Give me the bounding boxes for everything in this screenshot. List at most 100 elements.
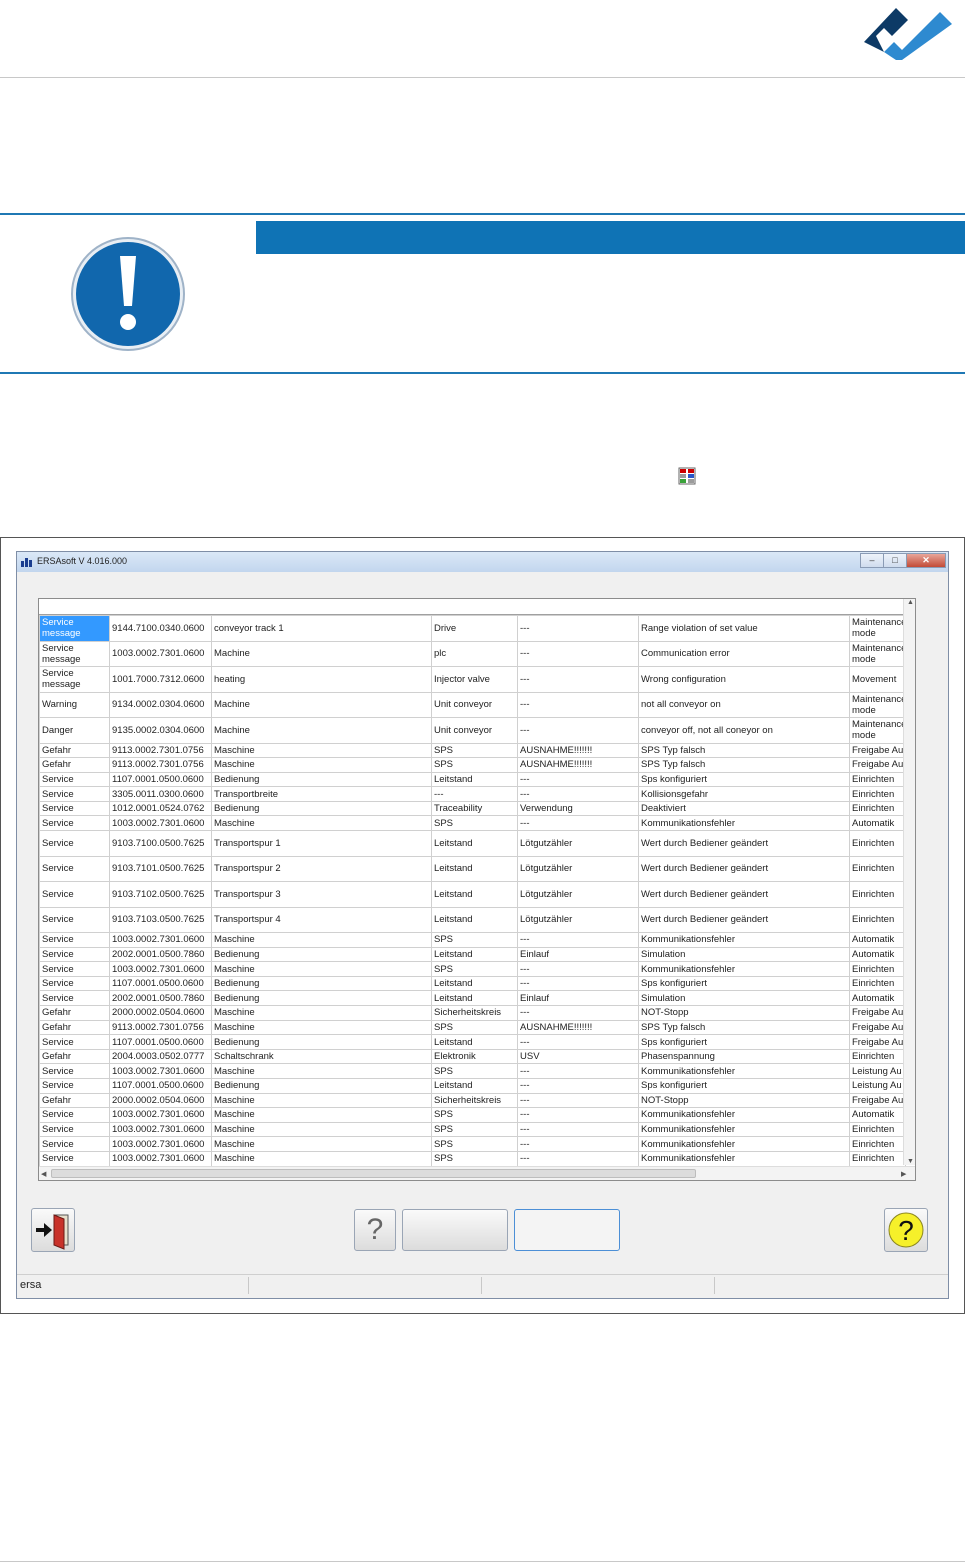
svg-text:?: ? (898, 1215, 914, 1246)
table-cell-message: Kollisionsgefahr (638, 786, 850, 802)
table-row[interactable]: Service 9103.7103.0500.7625 Transportspur … (39, 906, 906, 934)
table-row[interactable]: Warning 9134.0002.0304.0600 Machine Unit co… (39, 691, 906, 718)
scroll-up-icon[interactable]: ▲ (907, 599, 914, 606)
table-row[interactable]: Service 1012.0001.0524.0762 Bedienung Trace… (39, 800, 906, 817)
table-cell-code: 9103.7101.0500.7625 (109, 855, 212, 883)
table-row[interactable]: Service 1107.0001.0500.0600 Bedienung Leits… (39, 975, 906, 992)
table-row[interactable]: Gefahr 9113.0002.7301.0756 Maschine SPS AUSN… (39, 757, 906, 773)
table-row[interactable]: Gefahr 2000.0002.0504.0600 Maschine Sicherh… (39, 1005, 906, 1021)
table-cell-module: Maschine (211, 757, 432, 773)
window-controls: – □ ✕ (860, 553, 946, 568)
table-cell-module: Bedienung (211, 1078, 432, 1094)
table-cell-module: Maschine (211, 932, 432, 948)
table-cell-component: Leitstand (431, 946, 518, 963)
table-cell-component: Leitstand (431, 1034, 518, 1050)
table-row[interactable]: Service 1003.0002.7301.0600 Maschine SPS ---… (39, 932, 906, 948)
table-row[interactable]: Danger 9135.0002.0304.0600 Machine Unit con… (39, 717, 906, 744)
table-row[interactable]: Gefahr 2004.0003.0502.0777 Schaltschrank El… (39, 1048, 906, 1065)
table-cell-mode: Freigabe Au (849, 1092, 906, 1109)
table-cell-module: Bedienung (211, 1034, 432, 1050)
horizontal-scroll-thumb[interactable] (51, 1169, 696, 1178)
table-cell-type: Service (39, 1107, 110, 1123)
table-cell-type: Service (39, 961, 110, 977)
table-cell-code: 2004.0003.0502.0777 (109, 1048, 212, 1065)
help-question-icon: ? (888, 1212, 924, 1248)
table-cell-mode: Maintenance mode (849, 717, 906, 744)
table-cell-code: 9113.0002.7301.0756 (109, 1019, 212, 1036)
table-cell-mode: Automatik (849, 990, 906, 1007)
table-cell-message: Deaktiviert (638, 800, 850, 817)
table-row[interactable]: Service 1003.0002.7301.0600 Maschine SPS ---… (39, 1150, 906, 1167)
table-row[interactable]: Service message 1003.0002.7301.0600 Machin… (39, 640, 906, 667)
close-icon[interactable]: ✕ (906, 553, 946, 568)
table-cell-module: Maschine (211, 1121, 432, 1138)
table-row[interactable]: Service 1003.0002.7301.0600 Maschine SPS ---… (39, 1107, 906, 1123)
table-cell-component: --- (431, 786, 518, 802)
table-cell-component: SPS (431, 815, 518, 832)
table-cell-type: Gefahr (39, 742, 110, 759)
message-table: Service message 9144.7100.0340.0600 convey… (39, 615, 906, 1167)
table-cell-detail: --- (517, 786, 639, 802)
table-row[interactable]: Gefahr 9113.0002.7301.0756 Maschine SPS AUSN… (39, 1019, 906, 1036)
table-cell-message: not all conveyor on (638, 691, 850, 718)
table-row[interactable]: Gefahr 9113.0002.7301.0756 Maschine SPS AUSN… (39, 742, 906, 759)
table-cell-component: SPS (431, 1136, 518, 1152)
table-row[interactable]: Service 2002.0001.0500.7860 Bedienung Leits… (39, 990, 906, 1007)
app-window: ERSAsoft V 4.016.000 – □ ✕ Service messa… (16, 551, 949, 1299)
blank-button-1[interactable] (402, 1209, 508, 1251)
table-cell-detail: --- (517, 1092, 639, 1109)
table-cell-detail: Einlauf (517, 946, 639, 963)
table-row[interactable]: Service 1003.0002.7301.0600 Maschine SPS ---… (39, 1121, 906, 1138)
scroll-right-icon[interactable]: ▶ (901, 1170, 906, 1178)
table-cell-code: 9103.7102.0500.7625 (109, 881, 212, 908)
table-cell-code: 1003.0002.7301.0600 (109, 640, 212, 667)
minimize-icon[interactable]: – (860, 553, 884, 568)
title-bar[interactable]: ERSAsoft V 4.016.000 – □ ✕ (17, 552, 948, 572)
blank-button-2[interactable] (514, 1209, 620, 1251)
table-cell-detail: --- (517, 1034, 639, 1050)
table-cell-type: Service (39, 855, 110, 883)
table-cell-type: Service (39, 1136, 110, 1152)
help-button[interactable]: ? (884, 1208, 928, 1252)
table-row[interactable]: Service 1003.0002.7301.0600 Maschine SPS ---… (39, 1063, 906, 1079)
table-cell-component: SPS (431, 1107, 518, 1123)
table-cell-module: Maschine (211, 1019, 432, 1036)
scroll-left-icon[interactable]: ◀ (41, 1170, 46, 1178)
notice-bottom-rule (0, 372, 965, 374)
help-small-button[interactable]: ? (354, 1209, 396, 1251)
table-cell-detail: --- (517, 975, 639, 992)
scroll-down-icon[interactable]: ▼ (907, 1158, 914, 1165)
message-grid[interactable]: Service message 9144.7100.0340.0600 convey… (38, 598, 916, 1181)
table-row[interactable]: Service 1107.0001.0500.0600 Bedienung Leits… (39, 771, 906, 788)
table-row[interactable]: Service 9103.7100.0500.7625 Transportspur … (39, 830, 906, 857)
exit-button[interactable] (31, 1208, 75, 1252)
table-cell-module: Bedienung (211, 946, 432, 963)
table-row[interactable]: Service 1003.0002.7301.0600 Maschine SPS ---… (39, 1136, 906, 1152)
table-row[interactable]: Service 3305.0011.0300.0600 Transportbreit… (39, 786, 906, 802)
table-cell-type: Danger (39, 717, 110, 744)
table-row[interactable]: Service 1107.0001.0500.0600 Bedienung Leits… (39, 1078, 906, 1094)
table-row[interactable]: Service 9103.7102.0500.7625 Transportspur … (39, 881, 906, 908)
table-cell-component: plc (431, 640, 518, 667)
table-row[interactable]: Service 2002.0001.0500.7860 Bedienung Leits… (39, 946, 906, 963)
vertical-scrollbar[interactable]: ▲ ▼ (903, 599, 915, 1165)
table-cell-type: Service (39, 771, 110, 788)
table-cell-mode: Einrichten (849, 961, 906, 977)
table-cell-mode: Freigabe Au (849, 742, 906, 759)
table-cell-detail: --- (517, 1078, 639, 1094)
table-row[interactable]: Gefahr 2000.0002.0504.0600 Maschine Sicherh… (39, 1092, 906, 1109)
table-cell-type: Service message (39, 615, 110, 642)
table-cell-type: Service (39, 1078, 110, 1094)
table-cell-detail: --- (517, 1150, 639, 1167)
table-cell-message: Simulation (638, 946, 850, 963)
table-row[interactable]: Service message 9144.7100.0340.0600 convey… (39, 615, 906, 642)
maximize-icon[interactable]: □ (883, 553, 907, 568)
table-row[interactable]: Service 9103.7101.0500.7625 Transportspur … (39, 855, 906, 883)
table-row[interactable]: Service 1003.0002.7301.0600 Maschine SPS ---… (39, 961, 906, 977)
table-row[interactable]: Service 1003.0002.7301.0600 Maschine SPS ---… (39, 815, 906, 832)
table-cell-mode: Automatik (849, 932, 906, 948)
table-row[interactable]: Service message 1001.7000.7312.0600 heatin… (39, 666, 906, 693)
table-cell-detail: Lötgutzähler (517, 830, 639, 857)
horizontal-scrollbar[interactable]: ◀ ▶ (39, 1166, 915, 1180)
table-row[interactable]: Service 1107.0001.0500.0600 Bedienung Leits… (39, 1034, 906, 1050)
